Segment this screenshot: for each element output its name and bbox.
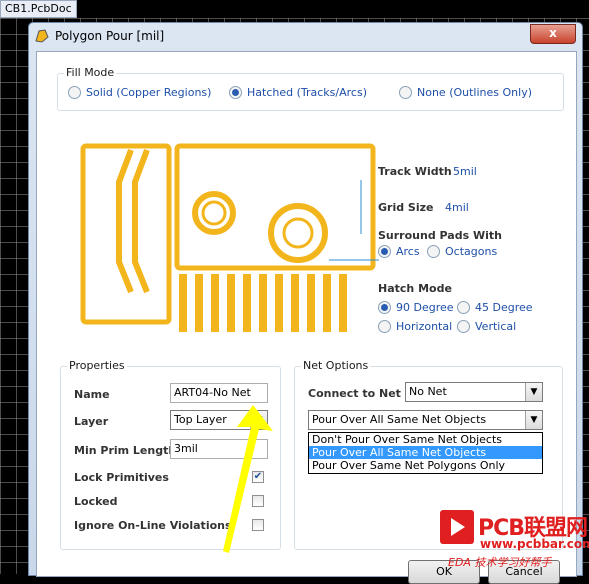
watermark-tagline: EDA 技术学习好帮手 [448,556,552,569]
radio-solid-label: Solid (Copper Regions) [86,86,212,99]
radio-circle [399,86,412,99]
radio-arcs[interactable]: Arcs [378,245,420,258]
radio-90-degree[interactable]: 90 Degree [378,301,454,314]
watermark: PCB联盟网 www.pcbbar.com EDA 技术学习好帮手 [440,510,589,574]
radio-octagons-label: Octagons [445,245,498,258]
name-field[interactable]: ART04-No Net [170,383,268,403]
dialog-body: Fill Mode Solid (Copper Regions) Hatched… [36,51,577,584]
min-prim-length-label: Min Prim Length [74,444,177,457]
radio-circle [68,86,81,99]
pour-over-select[interactable]: Pour Over All Same Net Objects ▼ [308,410,543,430]
close-button[interactable]: x [530,24,576,44]
surround-pads-label: Surround Pads With [378,229,502,242]
connect-to-net-label: Connect to Net [308,387,401,400]
hatch-preview-image [80,143,379,332]
dialog-title: Polygon Pour [mil] [55,29,165,43]
properties-label: Properties [67,359,127,372]
radio-vertical-label: Vertical [475,320,517,333]
fill-mode-label: Fill Mode [64,66,117,79]
track-width-value[interactable]: 5mil [453,165,477,178]
dropdown-option-selected[interactable]: Pour Over All Same Net Objects [309,446,542,459]
radio-circle [229,86,242,99]
pour-over-dropdown-list: Don't Pour Over Same Net Objects Pour Ov… [308,432,543,474]
title-bar: Polygon Pour [mil] x [29,23,582,51]
ignore-violations-label: Ignore On-Line Violations [74,519,232,532]
dropdown-option[interactable]: Pour Over Same Net Polygons Only [309,459,542,472]
name-label: Name [74,388,110,401]
radio-none[interactable]: None (Outlines Only) [399,86,532,99]
grid-size-label: Grid Size [378,201,434,214]
connect-to-net-value: No Net [409,385,447,398]
radio-none-label: None (Outlines Only) [417,86,532,99]
annotation-arrow [223,405,273,553]
grid-size-value[interactable]: 4mil [445,201,469,214]
net-options-label: Net Options [301,359,371,372]
radio-circle [378,245,391,258]
layer-label: Layer [74,415,109,428]
radio-hatched[interactable]: Hatched (Tracks/Arcs) [229,86,367,99]
radio-arcs-label: Arcs [396,245,420,258]
radio-circle [457,320,470,333]
polygon-icon [35,29,49,43]
radio-90-label: 90 Degree [396,301,454,314]
chevron-down-icon[interactable]: ▼ [525,411,542,429]
play-logo-icon [440,510,474,544]
polygon-pour-dialog: Polygon Pour [mil] x Fill Mode Solid (Co… [28,22,583,584]
radio-circle [457,301,470,314]
radio-horizontal[interactable]: Horizontal [378,320,452,333]
document-tab[interactable]: CB1.PcbDoc [0,0,77,18]
locked-label: Locked [74,495,118,508]
radio-circle [378,301,391,314]
pour-over-value: Pour Over All Same Net Objects [312,413,487,426]
track-width-label: Track Width [378,165,452,178]
lock-primitives-label: Lock Primitives [74,471,169,484]
radio-45-label: 45 Degree [475,301,533,314]
hatch-mode-label: Hatch Mode [378,282,452,295]
radio-octagons[interactable]: Octagons [427,245,497,258]
radio-vertical[interactable]: Vertical [457,320,516,333]
radio-circle [378,320,391,333]
radio-hatched-label: Hatched (Tracks/Arcs) [247,86,367,99]
chevron-down-icon[interactable]: ▼ [525,383,542,401]
radio-45-degree[interactable]: 45 Degree [457,301,533,314]
radio-circle [427,245,440,258]
fill-mode-group: Fill Mode Solid (Copper Regions) Hatched… [57,66,564,111]
radio-horizontal-label: Horizontal [396,320,453,333]
watermark-url: www.pcbbar.com [480,537,589,551]
connect-to-net-select[interactable]: No Net ▼ [405,382,543,402]
radio-solid[interactable]: Solid (Copper Regions) [68,86,211,99]
dropdown-option[interactable]: Don't Pour Over Same Net Objects [309,433,542,446]
